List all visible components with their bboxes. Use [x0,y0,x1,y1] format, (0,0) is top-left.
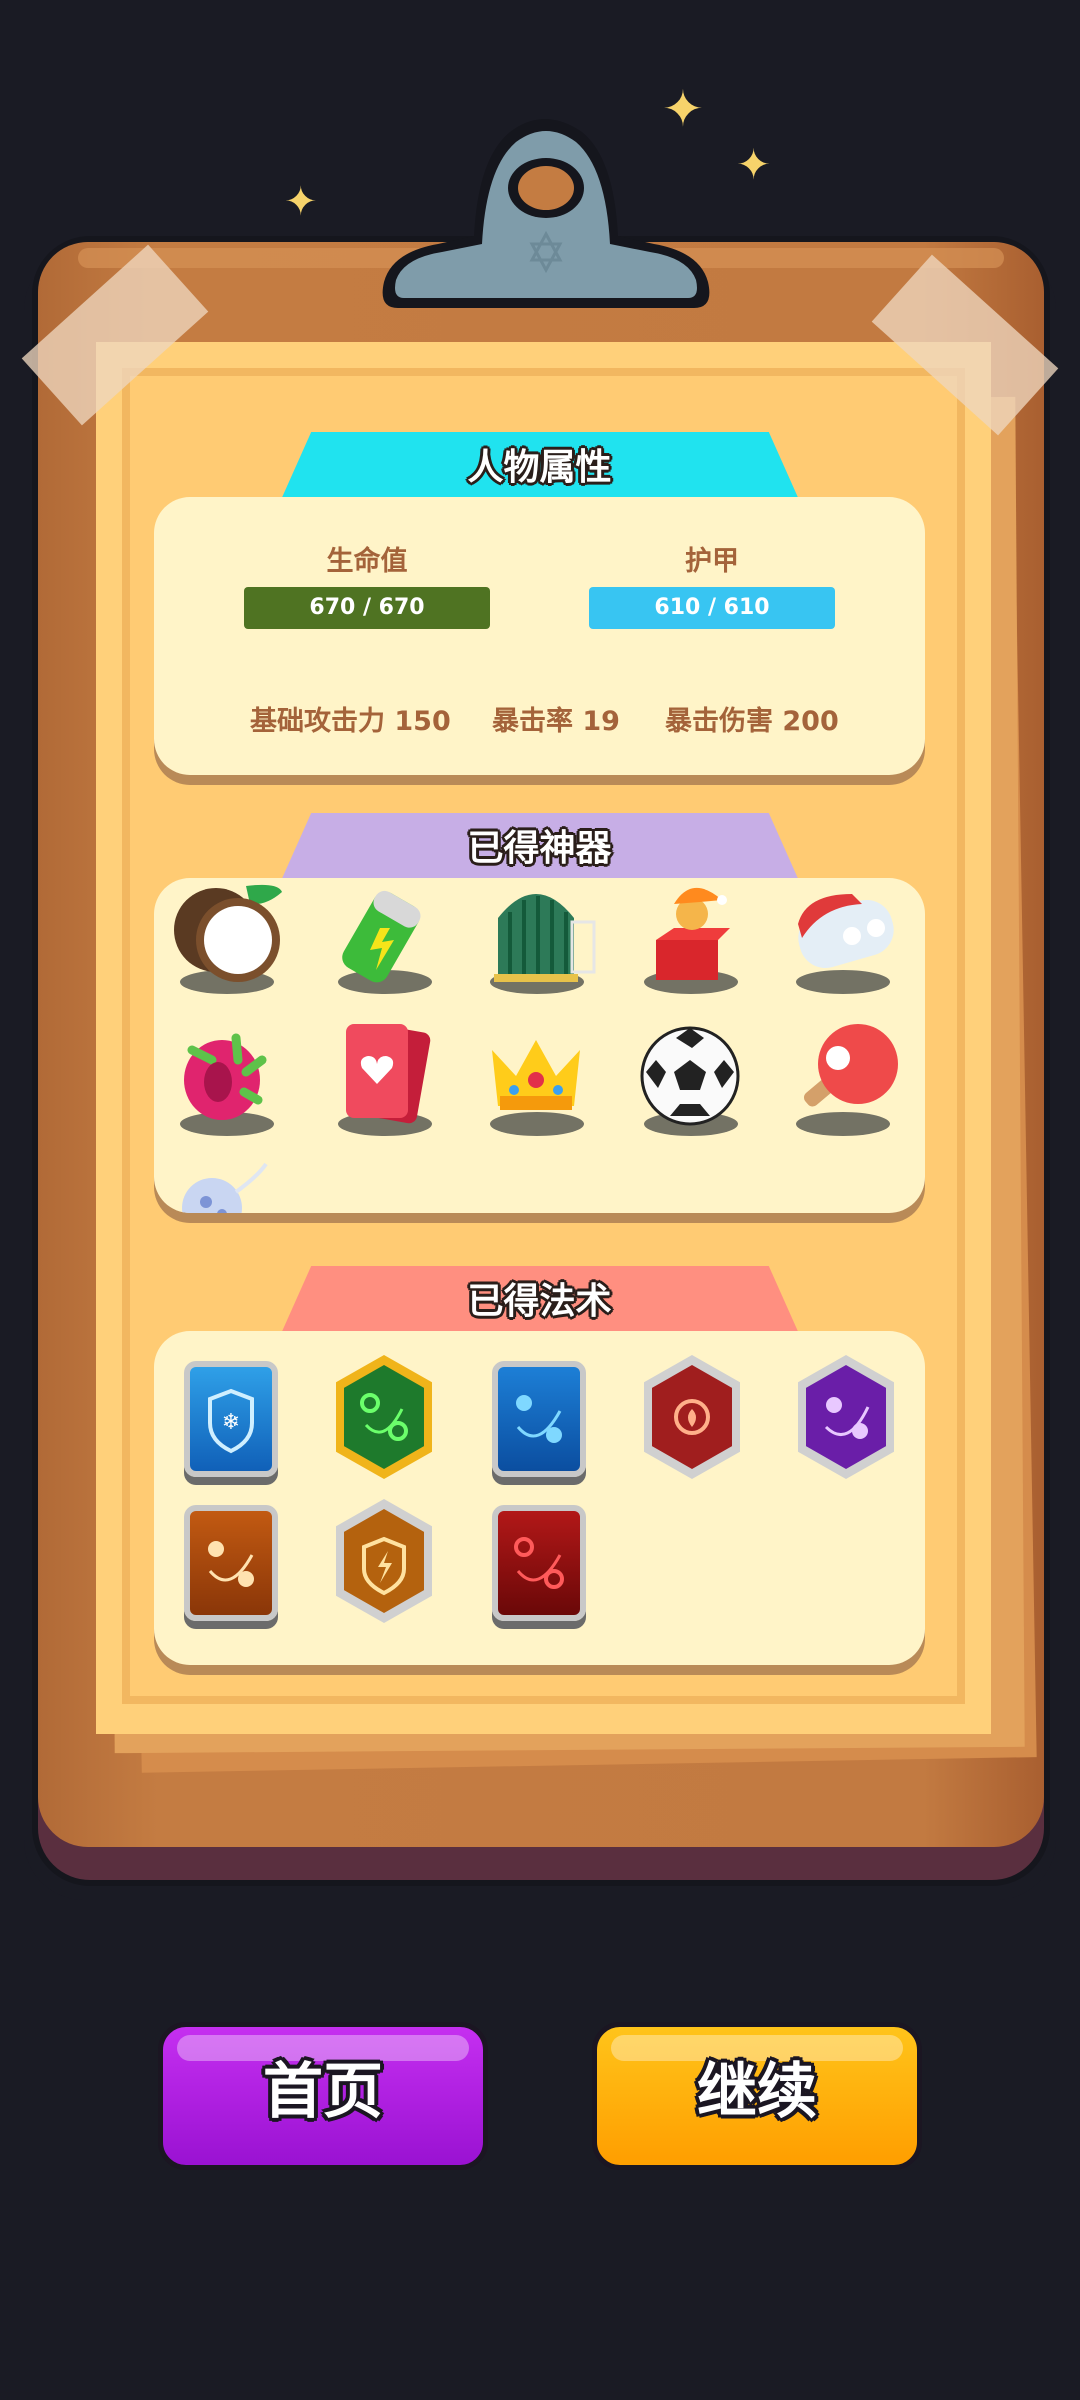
jester-box-icon[interactable] [630,878,750,998]
sparkle-icon: ✦ [284,179,318,225]
coconut-icon[interactable] [166,878,286,998]
attack-stat: 基础攻击力 150 [250,706,451,737]
heart-cards-icon[interactable] [324,1020,444,1140]
continue-button-label: 继续 [697,2057,817,2127]
spells-card: ❄ [154,1331,925,1665]
earbuds-case-icon[interactable] [782,878,902,998]
ping-pong-paddle-icon[interactable] [782,1020,902,1140]
crit-rate-stat: 暴击率 19 [492,706,620,737]
purple-orbit-rune-icon[interactable] [798,1355,894,1479]
crit-damage-stat: 暴击伤害 200 [665,706,839,737]
clipboard-clip [382,119,710,308]
home-button-label: 首页 [263,2057,383,2127]
green-orbit-rune-icon[interactable] [336,1355,432,1479]
home-button[interactable]: 首页 [158,2022,488,2170]
continue-button[interactable]: 继续 [592,2022,922,2170]
red-orbit-rune-icon[interactable] [492,1505,586,1621]
soccer-ball-icon[interactable] [630,1020,750,1140]
armor-label: 护甲 [685,546,739,577]
spells-title: 已得法术 [467,1281,612,1322]
lightning-shield-rune-icon[interactable] [336,1499,432,1623]
artifacts-card [154,878,925,1213]
hp-bar: 670 / 670 [244,587,490,629]
hp-label: 生命值 [326,546,408,577]
stats-card: 生命值 670 / 670 护甲 610 / 610 基础攻击力 150 暴击率… [154,497,925,775]
armor-bar: 610 / 610 [589,587,835,629]
orange-orbit-rune-icon[interactable] [184,1505,278,1621]
fire-rune-icon[interactable] [644,1355,740,1479]
blue-orbit-rune-icon[interactable] [492,1361,586,1477]
crown-icon[interactable] [476,1020,596,1140]
artifacts-title: 已得神器 [467,828,612,869]
birdcage-icon[interactable] [476,878,596,998]
svg-text:❄: ❄ [222,1410,240,1435]
ice-shield-rune-icon[interactable]: ❄ [184,1361,278,1477]
sparkle-icon: ✦ [736,140,772,189]
dragon-fruit-icon[interactable] [166,1020,286,1140]
crystal-orb-icon[interactable] [166,1162,286,1213]
battery-icon[interactable] [324,878,444,998]
stats-title: 人物属性 [467,447,612,488]
